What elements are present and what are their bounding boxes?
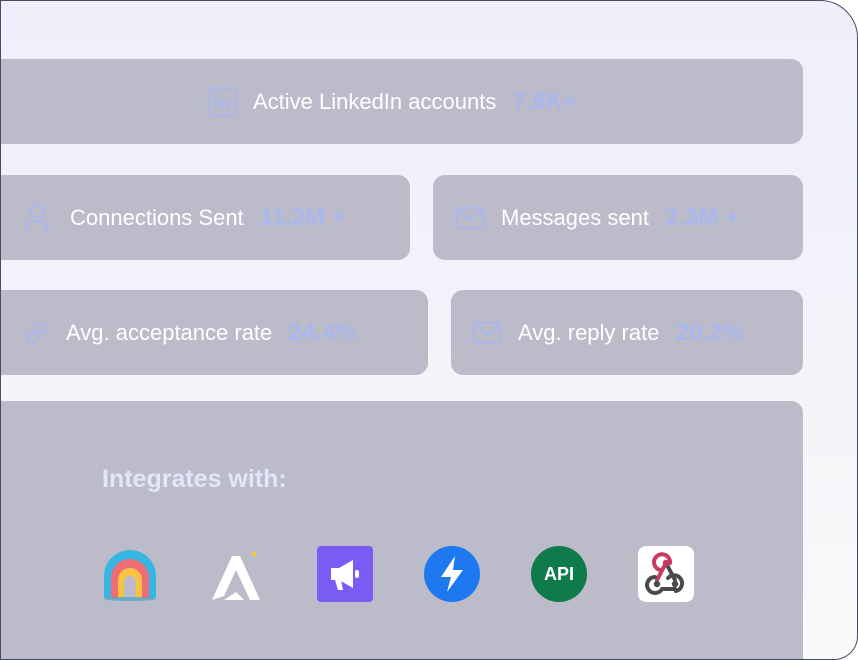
stat-value: 20.2% (675, 318, 744, 346)
mail-icon (472, 321, 502, 345)
stat-card-messages-sent: Messages sent 2.3M + (433, 175, 803, 260)
linkedin-icon (207, 87, 237, 117)
stat-card-connections-sent: Connections Sent 11.2M + (1, 175, 410, 260)
api-logo-text: API (543, 564, 574, 584)
stat-value: 11.2M + (259, 203, 346, 231)
stat-card-acceptance-rate: Avg. acceptance rate 24.4% (1, 290, 428, 375)
megaphone-logo-icon[interactable] (317, 546, 373, 602)
stat-value: 24.4% (288, 318, 357, 346)
stat-label: Avg. reply rate (518, 319, 660, 345)
stat-value: 7.6K+ (512, 87, 578, 115)
lightning-logo-icon[interactable] (424, 546, 480, 602)
user-plus-icon (24, 202, 54, 234)
stats-panel: Active LinkedIn accounts 7.6K+ Connectio… (0, 0, 858, 660)
webhook-logo-icon[interactable] (638, 546, 694, 602)
stat-card-linkedin-accounts: Active LinkedIn accounts 7.6K+ (1, 59, 803, 144)
mail-icon (455, 206, 485, 230)
integrations-panel: Integrates with: API (1, 401, 803, 659)
rainbow-logo-icon[interactable] (102, 546, 158, 602)
link-icon (22, 319, 50, 347)
stat-label: Avg. acceptance rate (66, 319, 273, 345)
stat-label: Active LinkedIn accounts (252, 88, 497, 114)
a-logo-icon[interactable] (210, 546, 266, 602)
integrations-title: Integrates with: (102, 465, 287, 493)
api-logo-icon[interactable]: API (531, 546, 587, 602)
stat-card-reply-rate: Avg. reply rate 20.2% (451, 290, 803, 375)
stat-label: Messages sent (501, 204, 649, 230)
stat-label: Connections Sent (70, 204, 244, 230)
stat-value: 2.3M + (664, 203, 740, 231)
